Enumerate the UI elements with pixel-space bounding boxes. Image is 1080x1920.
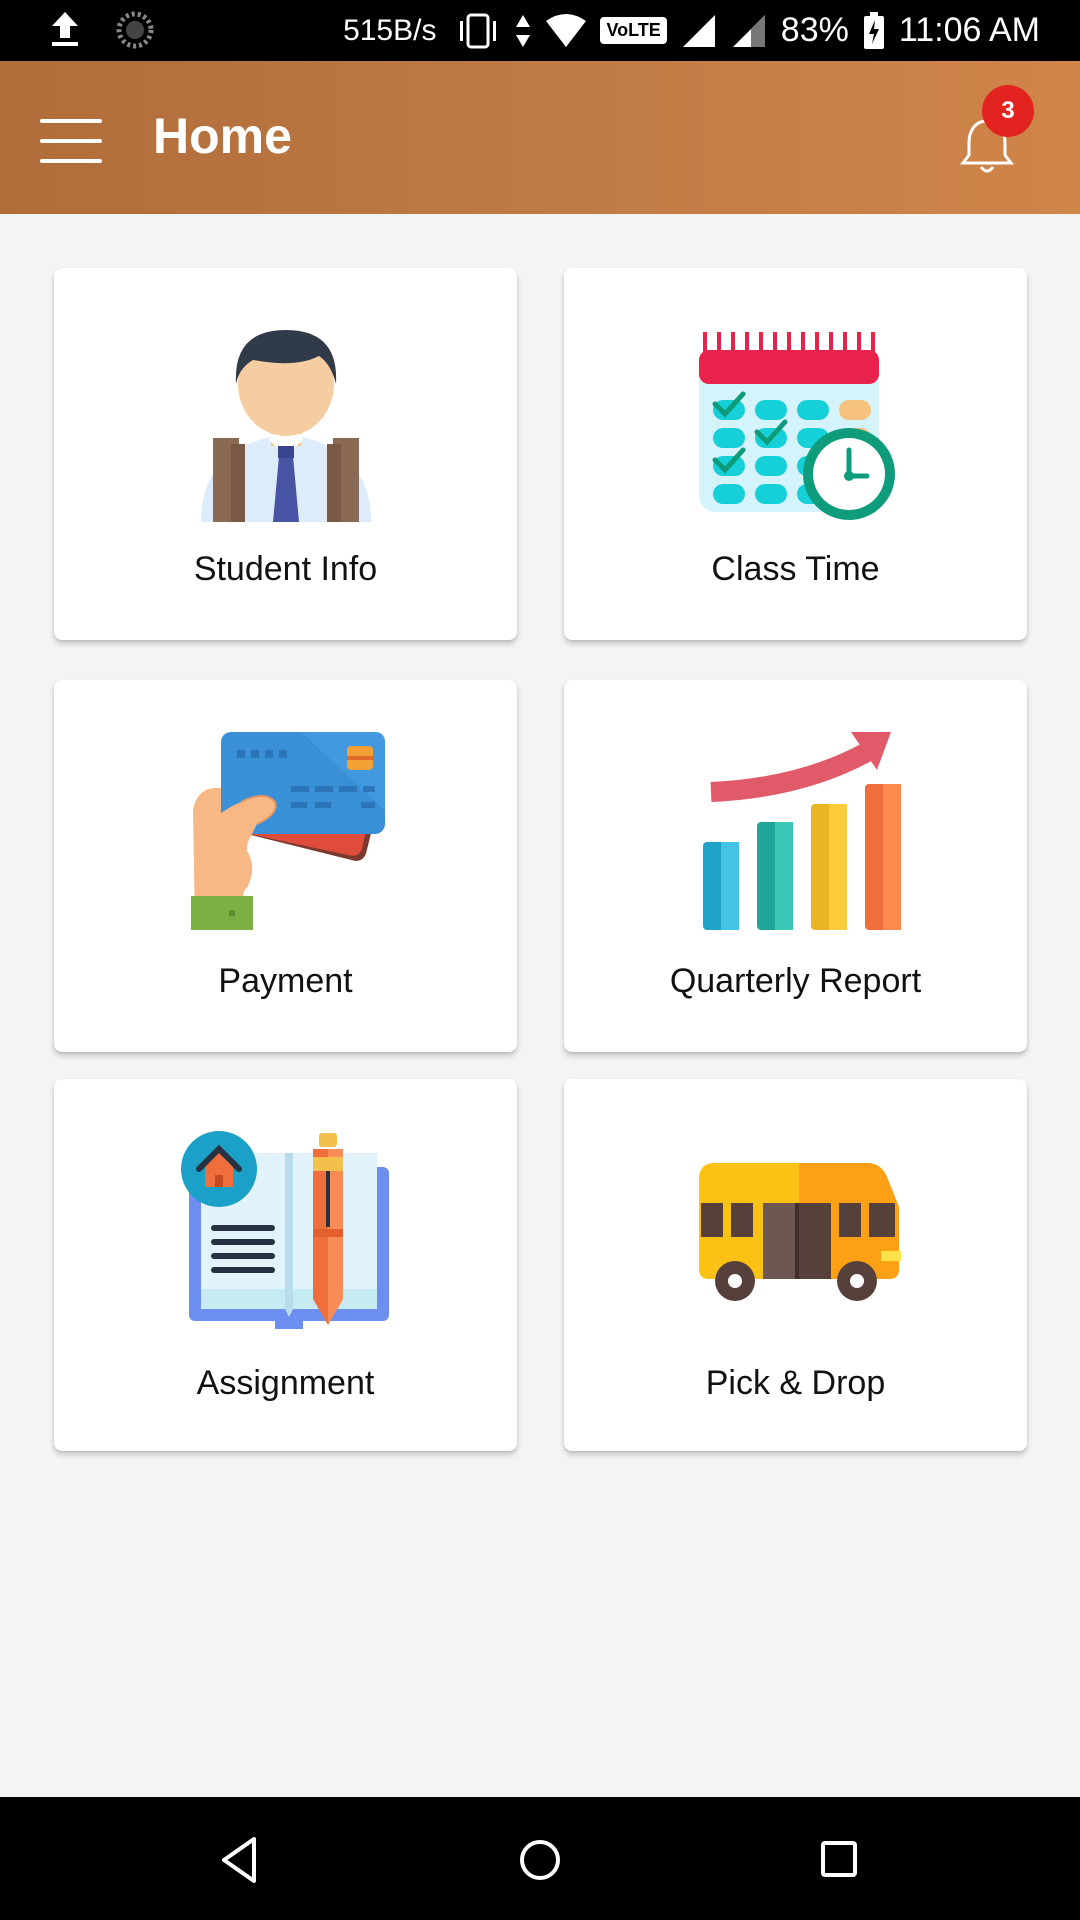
tile-label: Student Info xyxy=(193,550,378,588)
wifi-icon xyxy=(546,13,587,47)
menu-line xyxy=(40,119,102,123)
menu-button[interactable] xyxy=(40,119,102,163)
network-speed: 515B/s xyxy=(343,13,437,47)
data-arrows-icon xyxy=(516,14,531,47)
signal-icon xyxy=(732,14,765,47)
status-bar: 515B/s VoLTE 83% 11:06 AM xyxy=(0,0,1080,61)
app-bar: Home 3 xyxy=(0,61,1080,214)
home-icon[interactable] xyxy=(513,1833,567,1887)
credit-card-icon xyxy=(190,732,385,930)
tile-assignment[interactable]: Assignment xyxy=(54,1079,517,1451)
sync-icon xyxy=(116,11,154,49)
volte-icon: VoLTE xyxy=(600,17,667,44)
vibrate-icon xyxy=(460,13,497,48)
tile-label: Pick & Drop xyxy=(705,1364,886,1402)
bar-chart-icon xyxy=(702,732,901,930)
bus-icon xyxy=(698,1163,901,1301)
tile-payment[interactable]: Payment xyxy=(54,680,517,1052)
recents-icon[interactable] xyxy=(813,1833,867,1887)
signal-icon xyxy=(682,14,715,47)
tile-quarterly-report[interactable]: Quarterly Report xyxy=(564,680,1027,1052)
clock: 11:06 AM xyxy=(898,11,1040,49)
page-title: Home xyxy=(153,108,292,164)
battery-level: 83% xyxy=(780,11,849,49)
tile-class-time[interactable]: Class Time xyxy=(564,268,1027,640)
tile-label: Quarterly Report xyxy=(669,962,922,1000)
menu-line xyxy=(40,139,102,143)
homework-book-icon xyxy=(180,1131,389,1329)
tile-pick-drop[interactable]: Pick & Drop xyxy=(564,1079,1027,1451)
tile-label: Class Time xyxy=(711,550,880,588)
tile-label: Payment xyxy=(218,962,353,1000)
menu-line xyxy=(40,159,102,163)
upload-icon xyxy=(52,12,78,46)
battery-charging-icon xyxy=(863,11,884,49)
back-icon[interactable] xyxy=(214,1833,268,1887)
tile-student-info[interactable]: Student Info xyxy=(54,268,517,640)
system-navigation-bar xyxy=(0,1797,1080,1920)
tile-label: Assignment xyxy=(196,1364,375,1402)
student-icon xyxy=(200,330,371,522)
calendar-clock-icon xyxy=(698,332,895,520)
notification-badge: 3 xyxy=(982,85,1034,137)
